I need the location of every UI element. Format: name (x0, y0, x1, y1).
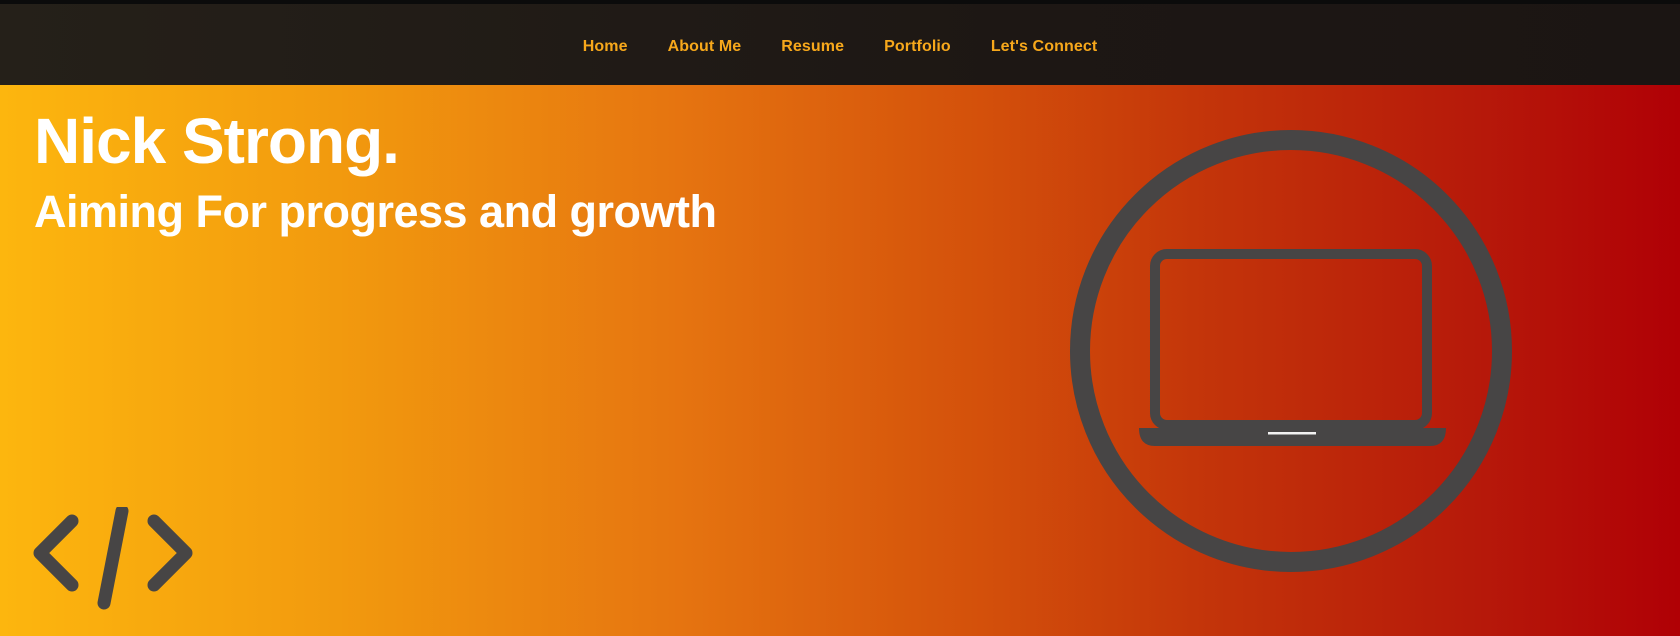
hero-section: Nick Strong. Aiming For progress and gro… (0, 85, 1680, 636)
nav-home-link[interactable]: Home (583, 38, 628, 56)
laptop-in-circle-icon (1070, 130, 1512, 572)
nav-resume-link[interactable]: Resume (781, 38, 844, 56)
nav-lets-connect-link[interactable]: Let's Connect (991, 38, 1097, 56)
hero-title: Nick Strong. (34, 105, 400, 177)
code-brackets-icon (33, 507, 193, 610)
top-navigation-bar: Home About Me Resume Portfolio Let's Con… (0, 0, 1680, 85)
nav-about-me-link[interactable]: About Me (668, 38, 742, 56)
hero-subtitle: Aiming For progress and growth (34, 186, 717, 237)
main-nav: Home About Me Resume Portfolio Let's Con… (0, 4, 1680, 89)
page: Home About Me Resume Portfolio Let's Con… (0, 0, 1680, 636)
nav-portfolio-link[interactable]: Portfolio (884, 38, 951, 56)
